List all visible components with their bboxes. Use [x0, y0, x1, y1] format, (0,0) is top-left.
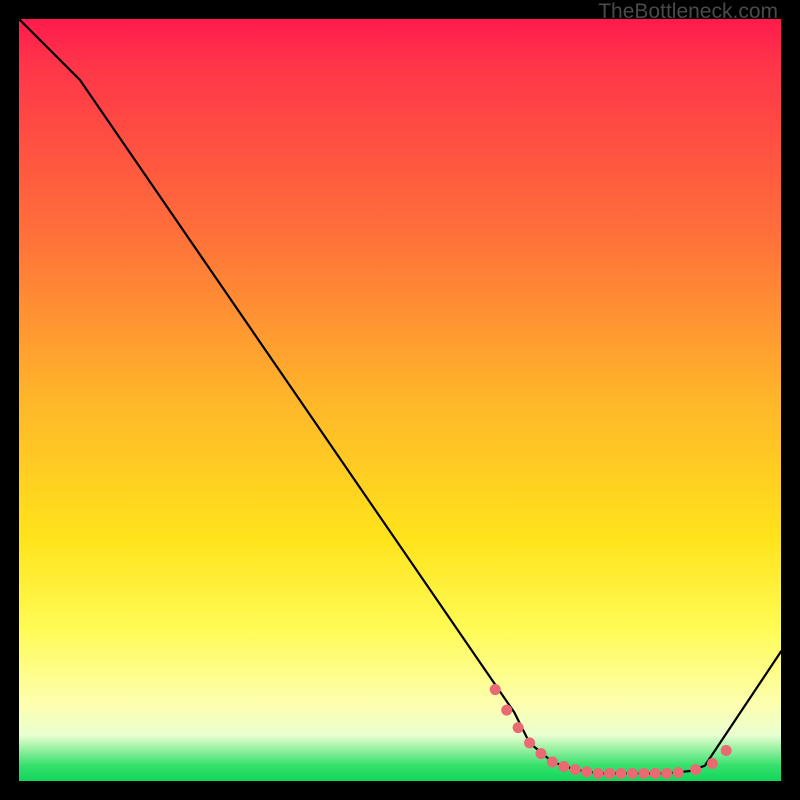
curve-marker: [615, 768, 626, 779]
curve-marker: [593, 768, 604, 779]
curve-marker: [690, 764, 701, 775]
curve-line: [19, 19, 781, 773]
curve-marker: [707, 758, 718, 769]
curve-marker: [638, 768, 649, 779]
stage: TheBottleneck.com: [0, 0, 800, 800]
curve-marker: [535, 748, 546, 759]
curve-marker: [501, 705, 512, 716]
curve-marker: [490, 684, 501, 695]
curve-marker: [721, 745, 732, 756]
curve-marker: [524, 737, 535, 748]
plot-area: [19, 19, 781, 781]
chart-svg: [19, 19, 781, 781]
curve-markers: [490, 684, 732, 779]
curve-marker: [513, 722, 524, 733]
curve-marker: [547, 756, 558, 767]
watermark-text: TheBottleneck.com: [598, 0, 778, 24]
curve-marker: [604, 768, 615, 779]
curve-marker: [673, 767, 684, 778]
curve-marker: [650, 768, 661, 779]
curve-marker: [570, 764, 581, 775]
curve-marker: [558, 761, 569, 772]
curve-marker: [627, 768, 638, 779]
curve-marker: [581, 766, 592, 777]
curve-marker: [661, 768, 672, 779]
